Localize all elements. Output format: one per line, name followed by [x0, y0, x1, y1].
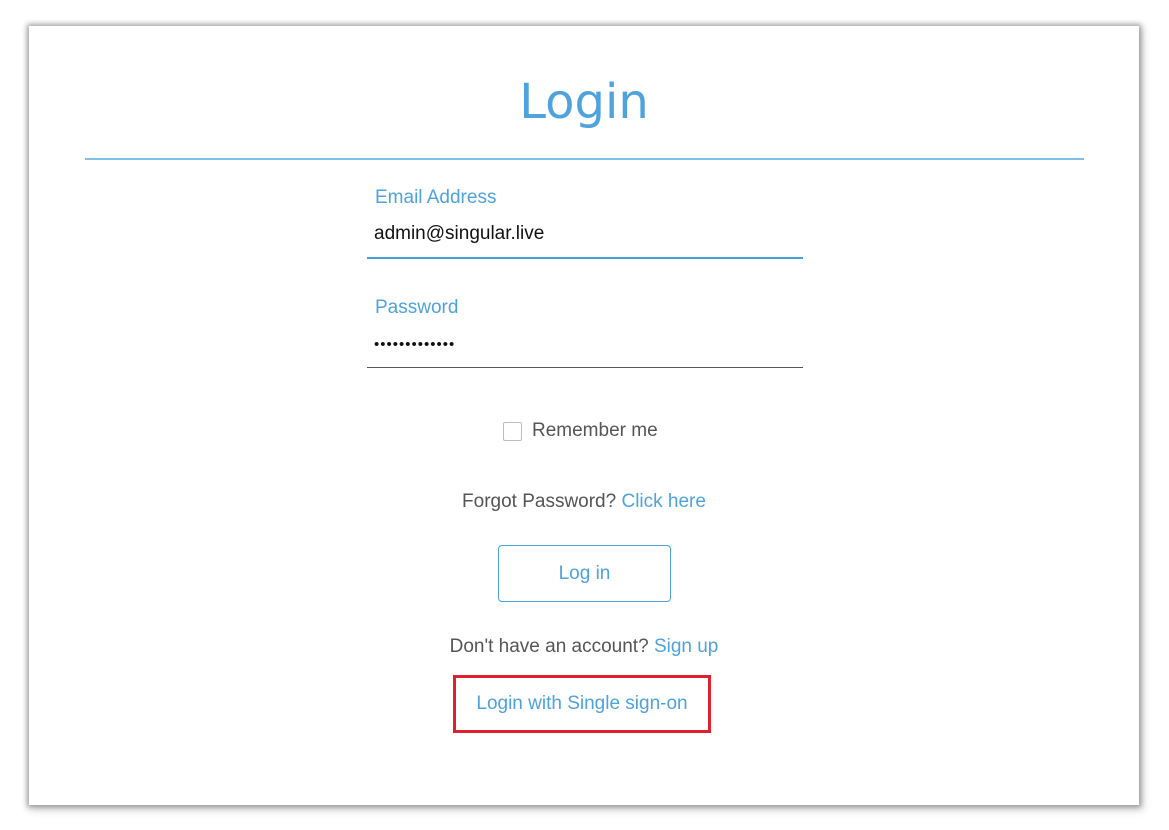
email-label: Email Address [375, 187, 497, 208]
forgot-password-link[interactable]: Click here [621, 491, 705, 512]
title-divider [85, 158, 1084, 160]
password-input[interactable] [367, 325, 803, 363]
remember-label: Remember me [532, 420, 658, 441]
signup-text: Don't have an account? [449, 636, 649, 657]
login-button[interactable]: Log in [498, 545, 671, 602]
signup-link[interactable]: Sign up [654, 636, 718, 657]
email-input[interactable] [367, 215, 803, 253]
remember-checkbox[interactable] [503, 421, 522, 441]
page-title: Login [519, 74, 649, 130]
email-underline [367, 257, 803, 259]
remember-me[interactable]: Remember me [503, 420, 658, 442]
password-underline [367, 367, 803, 368]
login-card: Login Email Address Password Remember me… [29, 26, 1139, 805]
sso-login-link[interactable]: Login with Single sign-on [476, 693, 687, 715]
forgot-password-text: Forgot Password? [462, 491, 617, 512]
sso-highlight-box: Login with Single sign-on [453, 675, 711, 733]
signup-row: Don't have an account? Sign up [29, 636, 1139, 658]
forgot-password-row: Forgot Password? Click here [29, 491, 1139, 513]
password-label: Password [375, 297, 459, 318]
